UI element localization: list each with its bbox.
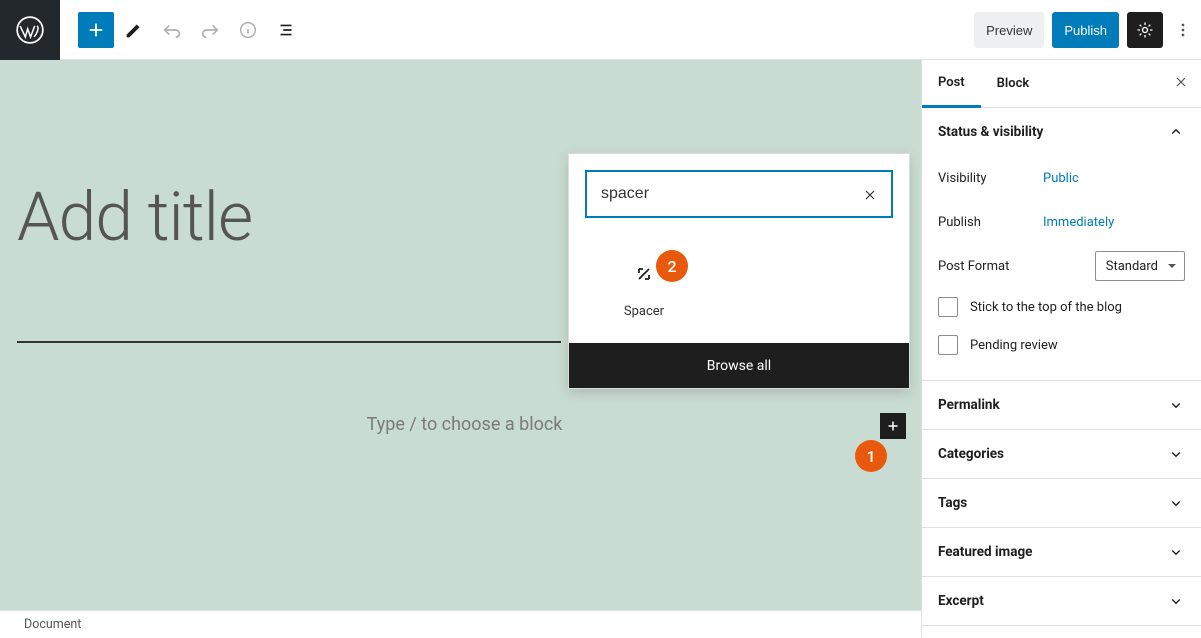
close-sidebar-button[interactable]: [1173, 74, 1189, 95]
publish-label: Publish: [938, 215, 1043, 230]
separator-block[interactable]: [17, 341, 561, 343]
gear-icon: [1135, 20, 1155, 40]
chevron-down-icon: [1167, 592, 1185, 610]
wordpress-icon: [16, 16, 44, 44]
panel-permalink-header[interactable]: Permalink: [922, 381, 1201, 429]
post-format-label: Post Format: [938, 259, 1043, 274]
panel-title: Categories: [938, 446, 1004, 462]
annotation-badge-1: 1: [855, 440, 887, 472]
clear-search-button[interactable]: [861, 186, 879, 204]
block-inserter-panel: Spacer Browse all: [568, 153, 910, 389]
pencil-icon: [123, 19, 145, 41]
chevron-down-icon: [1167, 494, 1185, 512]
panel-status-header[interactable]: Status & visibility: [922, 108, 1201, 156]
close-icon: [1173, 74, 1189, 90]
block-search-input[interactable]: [585, 170, 893, 218]
browse-all-button[interactable]: Browse all: [569, 343, 909, 388]
plus-icon: [884, 417, 902, 435]
workspace: Add title Type / to choose a block Space…: [0, 60, 1201, 638]
top-toolbar: Preview Publish: [0, 0, 1201, 60]
redo-icon: [199, 19, 221, 41]
spacer-icon: [632, 262, 656, 286]
post-format-select[interactable]: Standard: [1095, 251, 1185, 281]
publish-button[interactable]: Publish: [1052, 12, 1119, 48]
paragraph-placeholder[interactable]: Type / to choose a block: [17, 414, 912, 435]
annotation-badge-2: 2: [656, 250, 688, 282]
panel-title: Tags: [938, 495, 967, 511]
edit-mode-button[interactable]: [116, 12, 152, 48]
chevron-up-icon: [1167, 123, 1185, 141]
kebab-icon: [1173, 20, 1193, 40]
publish-actions: Preview Publish: [974, 0, 1195, 60]
visibility-label: Visibility: [938, 171, 1043, 186]
wordpress-logo[interactable]: [0, 0, 60, 60]
post-title-input[interactable]: Add title: [17, 177, 252, 257]
panel-categories-header[interactable]: Categories: [922, 430, 1201, 478]
checkbox-icon: [938, 297, 958, 317]
stick-label: Stick to the top of the blog: [970, 300, 1122, 315]
redo-button[interactable]: [192, 12, 228, 48]
panel-title: Excerpt: [938, 593, 984, 609]
tab-post[interactable]: Post: [922, 60, 981, 108]
checkbox-icon: [938, 335, 958, 355]
breadcrumb-item[interactable]: Document: [24, 617, 81, 632]
more-menu-button[interactable]: [1171, 12, 1195, 48]
sidebar-tabs: Post Block: [922, 60, 1201, 108]
outline-button[interactable]: [268, 12, 304, 48]
plus-icon: [85, 19, 107, 41]
chevron-down-icon: [1167, 445, 1185, 463]
panel-excerpt-header[interactable]: Excerpt: [922, 577, 1201, 625]
editor-tools: [78, 12, 304, 48]
panel-title: Featured image: [938, 544, 1032, 560]
panel-title: Status & visibility: [938, 124, 1043, 140]
tab-block[interactable]: Block: [981, 60, 1046, 108]
info-icon: [237, 19, 259, 41]
chevron-down-icon: [1167, 396, 1185, 414]
info-button[interactable]: [230, 12, 266, 48]
panel-tags-header[interactable]: Tags: [922, 479, 1201, 527]
panel-status: Status & visibility Visibility Public Pu…: [922, 108, 1201, 381]
pending-checkbox[interactable]: Pending review: [938, 326, 1185, 364]
publish-value-link[interactable]: Immediately: [1043, 215, 1114, 230]
editor-canvas: Add title Type / to choose a block Space…: [0, 60, 921, 638]
pending-label: Pending review: [970, 338, 1058, 353]
visibility-value-link[interactable]: Public: [1043, 171, 1079, 186]
inline-add-block-button[interactable]: [880, 413, 906, 439]
undo-button[interactable]: [154, 12, 190, 48]
block-result-label: Spacer: [589, 304, 699, 319]
undo-icon: [161, 19, 183, 41]
chevron-down-icon: [1167, 543, 1185, 561]
list-icon: [275, 19, 297, 41]
panel-featured-header[interactable]: Featured image: [922, 528, 1201, 576]
preview-button[interactable]: Preview: [974, 12, 1044, 48]
add-block-button[interactable]: [78, 12, 114, 48]
close-icon: [862, 187, 878, 203]
settings-sidebar: Post Block Status & visibility Visibilit…: [921, 60, 1201, 638]
stick-checkbox[interactable]: Stick to the top of the blog: [938, 288, 1185, 326]
breadcrumb-bar: Document: [0, 610, 921, 638]
settings-button[interactable]: [1127, 12, 1163, 48]
panel-title: Permalink: [938, 397, 1000, 413]
